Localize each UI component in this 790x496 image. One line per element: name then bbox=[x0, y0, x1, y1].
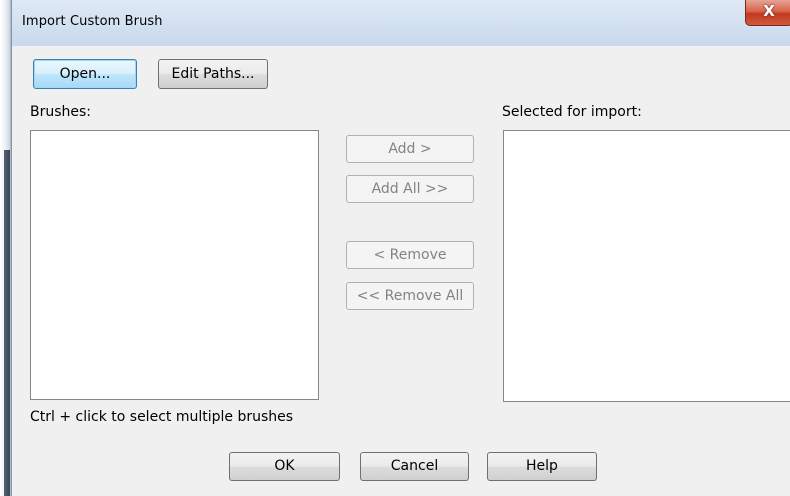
ok-button[interactable]: OK bbox=[229, 452, 340, 481]
add-button[interactable]: Add > bbox=[346, 135, 474, 163]
multi-select-hint: Ctrl + click to select multiple brushes bbox=[30, 409, 294, 425]
help-button[interactable]: Help bbox=[487, 452, 597, 481]
add-all-button[interactable]: Add All >> bbox=[346, 175, 474, 203]
edit-paths-button[interactable]: Edit Paths... bbox=[158, 59, 268, 89]
window-title: Import Custom Brush bbox=[22, 14, 163, 29]
open-button[interactable]: Open... bbox=[33, 59, 137, 89]
brushes-list[interactable] bbox=[30, 130, 319, 400]
remove-button[interactable]: < Remove bbox=[346, 241, 474, 269]
brushes-label: Brushes: bbox=[30, 104, 92, 120]
background-window-edge bbox=[0, 0, 12, 496]
cancel-button[interactable]: Cancel bbox=[360, 452, 469, 481]
remove-all-button[interactable]: << Remove All bbox=[346, 282, 474, 310]
title-bar[interactable]: Import Custom Brush X bbox=[12, 0, 790, 46]
dialog-body: Open... Edit Paths... Brushes: Ctrl + cl… bbox=[12, 46, 790, 496]
close-icon: X bbox=[763, 2, 775, 20]
close-button[interactable]: X bbox=[745, 0, 790, 26]
selected-for-import-list[interactable] bbox=[503, 130, 790, 402]
selected-for-import-label: Selected for import: bbox=[502, 104, 642, 120]
background-window-strip bbox=[4, 150, 10, 496]
import-custom-brush-dialog: Import Custom Brush X Open... Edit Paths… bbox=[0, 0, 790, 496]
